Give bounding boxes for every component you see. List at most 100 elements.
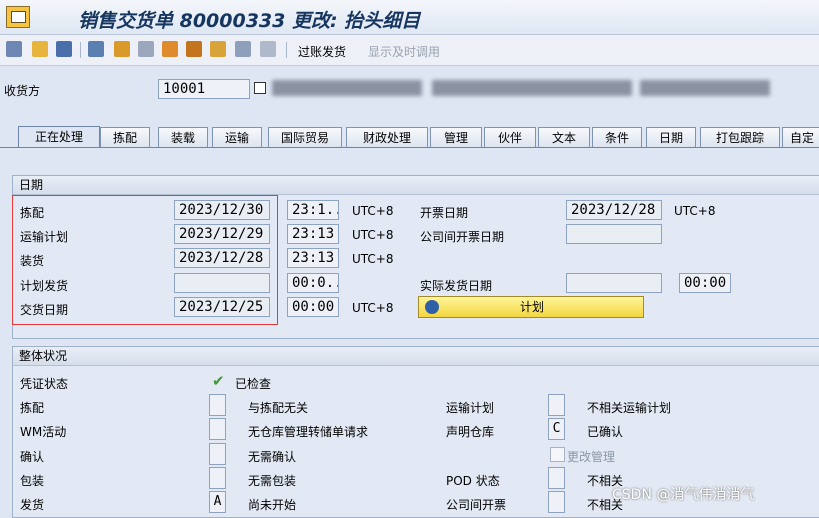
status-label: 公司间开票 <box>446 498 507 512</box>
grid-icon[interactable] <box>260 41 276 57</box>
transport-plan-date-field[interactable]: 2023/12/29 <box>174 224 270 244</box>
status-text: 无需包装 <box>248 474 297 488</box>
transport-plan-timezone: UTC+8 <box>352 228 394 242</box>
post-goods-issue-button[interactable]: 过账发货 <box>298 43 346 60</box>
billing-date-field[interactable]: 2023/12/28 <box>566 200 662 220</box>
delivery-date-field[interactable]: 2023/12/25 <box>174 297 270 317</box>
person-icon[interactable] <box>114 41 130 57</box>
toolbar-separator <box>286 42 287 58</box>
status-code-box[interactable] <box>209 394 226 416</box>
loading-date-field[interactable]: 2023/12/28 <box>174 248 270 268</box>
status-label: 确认 <box>20 450 45 464</box>
redacted-address-block <box>432 80 632 96</box>
plan-button[interactable]: 计划 <box>418 296 644 318</box>
app-icon[interactable] <box>6 6 30 28</box>
status-text: 无仓库管理转储单请求 <box>248 425 369 439</box>
tab-loading[interactable]: 装载 <box>158 127 208 147</box>
printer-icon[interactable] <box>138 41 154 57</box>
tab-transport[interactable]: 运输 <box>212 127 262 147</box>
flow-icon[interactable] <box>235 41 251 57</box>
display-timely-button[interactable]: 显示及时调用 <box>368 43 440 60</box>
trash-icon[interactable] <box>56 41 72 57</box>
ship-to-label: 收货方 <box>4 84 41 98</box>
glasses-icon[interactable] <box>6 41 22 57</box>
picking-timezone: UTC+8 <box>352 204 394 218</box>
status-text: 不相关运输计划 <box>587 401 672 415</box>
change-management-label: 更改管理 <box>567 450 616 464</box>
document-icon[interactable] <box>32 41 48 57</box>
date-row-label: 交货日期 <box>20 303 69 317</box>
plan-button-label: 计划 <box>519 300 544 314</box>
tab-packing-tracking[interactable]: 打包跟踪 <box>700 127 780 147</box>
tab-conditions[interactable]: 条件 <box>592 127 642 147</box>
picking-time-field[interactable]: 23:1.. <box>287 200 339 220</box>
tab-texts[interactable]: 文本 <box>538 127 590 147</box>
date-row-label: 拣配 <box>20 206 45 220</box>
application-toolbar: 过账发货 显示及时调用 <box>0 35 819 66</box>
tab-foreign-trade[interactable]: 国际贸易 <box>268 127 342 147</box>
ship-to-field[interactable]: 10001 <box>158 79 250 99</box>
planned-gi-date-field[interactable] <box>174 273 270 293</box>
dates-group-title: 日期 <box>13 176 819 195</box>
tab-picking[interactable]: 拣配 <box>100 127 150 147</box>
status-text: 尚未开始 <box>248 498 297 512</box>
actual-gi-date-field[interactable] <box>566 273 662 293</box>
status-label: 声明仓库 <box>446 425 495 439</box>
intercompany-billing-label: 公司间开票日期 <box>420 230 505 244</box>
redacted-name-block <box>272 80 422 96</box>
delivery-timezone: UTC+8 <box>352 301 394 315</box>
list-icon[interactable] <box>210 41 226 57</box>
status-code-box[interactable] <box>548 467 565 489</box>
intercompany-billing-field[interactable] <box>566 224 662 244</box>
status-text: 与拣配无关 <box>248 401 309 415</box>
tab-partners[interactable]: 伙伴 <box>484 127 536 147</box>
hierarchy-icon[interactable] <box>88 41 104 57</box>
tab-dates[interactable]: 日期 <box>646 127 696 147</box>
status-code-box[interactable] <box>548 491 565 513</box>
tab-administration[interactable]: 管理 <box>430 127 482 147</box>
window-title: 销售交货单 80000333 更改: 抬头细目 <box>78 10 421 32</box>
notes-icon[interactable] <box>162 41 178 57</box>
doc-status-label: 凭证状态 <box>20 377 69 391</box>
actual-gi-label: 实际发货日期 <box>420 279 493 293</box>
date-row-label: 运输计划 <box>20 230 69 244</box>
loading-time-field[interactable]: 23:13 <box>287 248 339 268</box>
tab-custom[interactable]: 自定 <box>782 127 819 147</box>
date-row-label: 装货 <box>20 254 45 268</box>
ship-to-copy-icon[interactable] <box>254 82 266 94</box>
status-label: POD 状态 <box>446 474 500 488</box>
status-code-box[interactable]: C <box>548 418 565 440</box>
title-bar: 销售交货单 80000333 更改: 抬头细目 <box>0 0 819 35</box>
status-code-box[interactable] <box>209 418 226 440</box>
status-code-box[interactable] <box>209 467 226 489</box>
watermark: CSDN @消气伟消消气 <box>612 487 755 503</box>
delivery-time-field[interactable]: 00:00 <box>287 297 339 317</box>
status-label: 拣配 <box>20 401 45 415</box>
checkmark-icon: ✔ <box>212 372 225 390</box>
transport-plan-time-field[interactable]: 23:13 <box>287 224 339 244</box>
status-label: 运输计划 <box>446 401 495 415</box>
status-text: 无需确认 <box>248 450 297 464</box>
tab-processing[interactable]: 正在处理 <box>18 126 100 148</box>
status-text: 已确认 <box>587 425 624 439</box>
picking-date-field[interactable]: 2023/12/30 <box>174 200 270 220</box>
change-management-checkbox[interactable] <box>550 447 565 462</box>
redacted-extra-block <box>640 80 770 96</box>
actual-gi-time-field[interactable]: 00:00 <box>679 273 731 293</box>
status-label: 发货 <box>20 498 45 512</box>
loading-timezone: UTC+8 <box>352 252 394 266</box>
status-label: WM活动 <box>20 425 67 439</box>
doc-status-value: 已检查 <box>235 377 272 391</box>
status-code-box[interactable]: A <box>209 491 226 513</box>
status-label: 包装 <box>20 474 45 488</box>
date-row-label: 计划发货 <box>20 279 69 293</box>
status-code-box[interactable] <box>548 394 565 416</box>
billing-date-label: 开票日期 <box>420 206 469 220</box>
box-icon[interactable] <box>186 41 202 57</box>
status-group-title: 整体状况 <box>13 347 819 366</box>
status-code-box[interactable] <box>209 443 226 465</box>
toolbar-separator <box>80 42 81 58</box>
tab-financial[interactable]: 财政处理 <box>346 127 428 147</box>
planned-gi-time-field[interactable]: 00:0.. <box>287 273 339 293</box>
billing-timezone: UTC+8 <box>674 204 716 218</box>
